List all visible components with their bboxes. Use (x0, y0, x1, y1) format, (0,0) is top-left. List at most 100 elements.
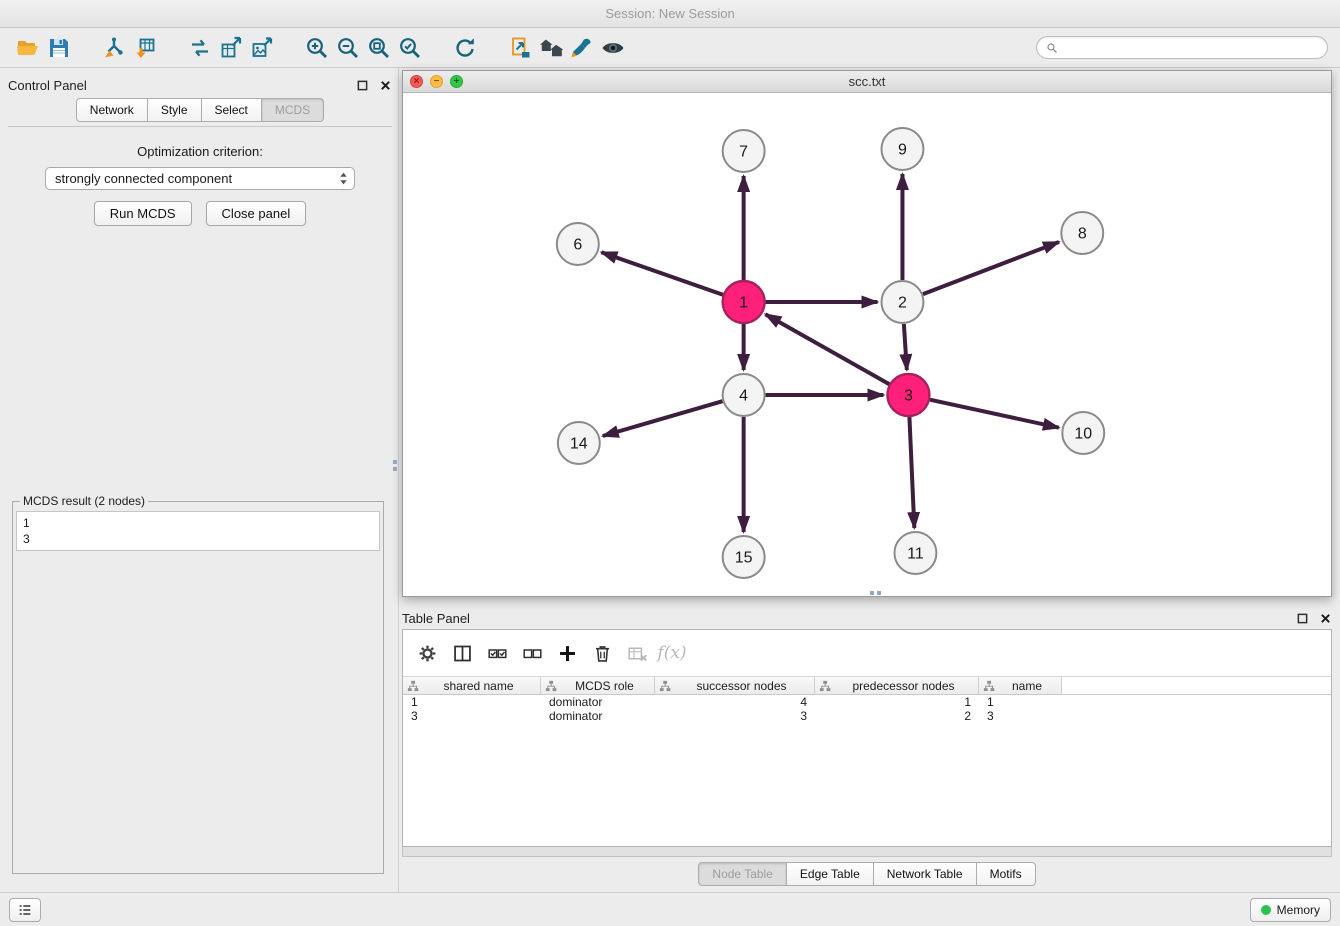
graph-node-1[interactable]: 1 (723, 281, 765, 323)
tab-network[interactable]: Network (76, 98, 148, 122)
delete-row-button[interactable] (588, 639, 616, 667)
window-titlebar[interactable]: Session: New Session (0, 0, 1340, 28)
zoom-out-button[interactable] (332, 33, 363, 63)
network-window-titlebar[interactable]: × − + scc.txt (403, 71, 1331, 93)
graph-node-2[interactable]: 2 (881, 281, 923, 323)
import-network-button[interactable] (98, 33, 129, 63)
graph-node-7[interactable]: 7 (723, 130, 765, 172)
search-input[interactable] (1063, 41, 1318, 55)
table-tab-node-table[interactable]: Node Table (698, 862, 787, 886)
table-cell[interactable]: 3 (979, 709, 1062, 723)
table-cell[interactable]: 1 (403, 695, 541, 709)
mcds-result-list[interactable]: 13 (16, 511, 380, 551)
close-panel-button[interactable]: Close panel (206, 201, 307, 226)
graph-node-14[interactable]: 14 (558, 422, 600, 464)
close-window-button[interactable]: × (410, 75, 423, 88)
select-all-button[interactable] (483, 639, 511, 667)
search-icon (1046, 42, 1058, 54)
graph-node-9[interactable]: 9 (881, 128, 923, 170)
network-graph[interactable]: 7 9 6 8 1 2 4 3 14 10 15 11 (403, 93, 1331, 596)
table-panel: Table Panel f(x) shared nameMCDS rolesuc… (402, 607, 1332, 892)
optimization-select[interactable]: strongly connected component (45, 167, 355, 190)
float-table-panel-icon[interactable] (1295, 611, 1309, 625)
svg-text:6: 6 (573, 237, 582, 254)
workspace-area: × − + scc.txt 7968124314101511 Table Pan… (399, 68, 1340, 892)
table-row[interactable]: 1dominator411 (403, 695, 1331, 709)
table-tab-network-table[interactable]: Network Table (873, 862, 977, 886)
refresh-view-icon (453, 36, 477, 60)
task-history-button[interactable] (9, 898, 41, 922)
add-row-icon (557, 643, 578, 664)
run-mcds-button[interactable]: Run MCDS (94, 201, 192, 226)
table-cell[interactable]: 3 (655, 709, 815, 723)
graph-edge-2-3[interactable] (904, 324, 907, 370)
graph-edge-2-8[interactable] (923, 242, 1059, 294)
column-header-shared-name[interactable]: shared name (403, 677, 541, 694)
add-row-button[interactable] (553, 639, 581, 667)
graph-node-10[interactable]: 10 (1062, 412, 1104, 454)
export-network-button[interactable] (184, 33, 215, 63)
vertical-splitter-handle[interactable] (393, 460, 397, 471)
tab-style[interactable]: Style (147, 98, 202, 122)
deselect-all-icon (522, 643, 543, 664)
export-table-button[interactable] (215, 33, 246, 63)
column-header-MCDS-role[interactable]: MCDS role (541, 677, 655, 694)
refresh-view-button[interactable] (449, 33, 480, 63)
zoom-window-button[interactable]: + (450, 75, 463, 88)
table-cell[interactable]: 2 (815, 709, 979, 723)
table-cell[interactable]: 1 (979, 695, 1062, 709)
table-tab-edge-table[interactable]: Edge Table (786, 862, 874, 886)
graph-node-6[interactable]: 6 (557, 223, 599, 265)
zoom-in-button[interactable] (301, 33, 332, 63)
graph-edge-3-11[interactable] (909, 417, 914, 528)
close-panel-icon[interactable] (378, 78, 392, 92)
graph-node-8[interactable]: 8 (1061, 212, 1103, 254)
tab-mcds[interactable]: MCDS (261, 98, 324, 122)
home-button[interactable] (535, 33, 566, 63)
column-header-successor-nodes[interactable]: successor nodes (655, 677, 815, 694)
zoom-glyph-icon: + (454, 77, 460, 87)
graph-edge-1-6[interactable] (601, 252, 722, 294)
tab-select[interactable]: Select (201, 98, 262, 122)
graph-edge-4-14[interactable] (603, 401, 723, 436)
table-cell[interactable]: dominator (541, 709, 655, 723)
table-panel-title: Table Panel (402, 611, 470, 626)
import-table-button[interactable] (129, 33, 160, 63)
graph-node-11[interactable]: 11 (894, 532, 936, 574)
column-header-name[interactable]: name (979, 677, 1062, 694)
memory-button[interactable]: Memory (1250, 898, 1331, 922)
open-file-button[interactable] (12, 33, 43, 63)
table-cell[interactable]: 3 (403, 709, 541, 723)
table-scrollbar-strip[interactable] (402, 847, 1332, 857)
graph-node-3[interactable]: 3 (887, 374, 929, 416)
horizontal-splitter-handle[interactable] (870, 591, 881, 595)
open-file-icon (16, 36, 40, 60)
main-toolbar (0, 28, 1340, 68)
graph-node-4[interactable]: 4 (723, 374, 765, 416)
table-cell[interactable]: 4 (655, 695, 815, 709)
share-document-button[interactable] (504, 33, 535, 63)
zoom-selected-button[interactable] (394, 33, 425, 63)
svg-text:4: 4 (739, 388, 748, 405)
network-canvas[interactable]: 7 9 6 8 1 2 4 3 14 10 15 11 (403, 93, 1331, 596)
graph-node-15[interactable]: 15 (723, 536, 765, 578)
search-box[interactable] (1036, 36, 1328, 59)
minimize-window-button[interactable]: − (430, 75, 443, 88)
settings-gear-button[interactable] (413, 639, 441, 667)
table-row[interactable]: 3dominator323 (403, 709, 1331, 723)
zoom-fit-button[interactable] (363, 33, 394, 63)
export-image-button[interactable] (246, 33, 277, 63)
graph-edge-3-1[interactable] (765, 314, 889, 384)
table-cell[interactable]: dominator (541, 695, 655, 709)
graph-edge-3-10[interactable] (930, 400, 1059, 428)
eye-button[interactable] (597, 33, 628, 63)
deselect-all-button[interactable] (518, 639, 546, 667)
table-cell[interactable]: 1 (815, 695, 979, 709)
style-brush-button[interactable] (566, 33, 597, 63)
split-panel-button[interactable] (448, 639, 476, 667)
close-table-panel-icon[interactable] (1318, 611, 1332, 625)
table-tab-motifs[interactable]: Motifs (976, 862, 1036, 886)
save-session-button[interactable] (43, 33, 74, 63)
column-header-predecessor-nodes[interactable]: predecessor nodes (815, 677, 979, 694)
float-panel-icon[interactable] (355, 78, 369, 92)
